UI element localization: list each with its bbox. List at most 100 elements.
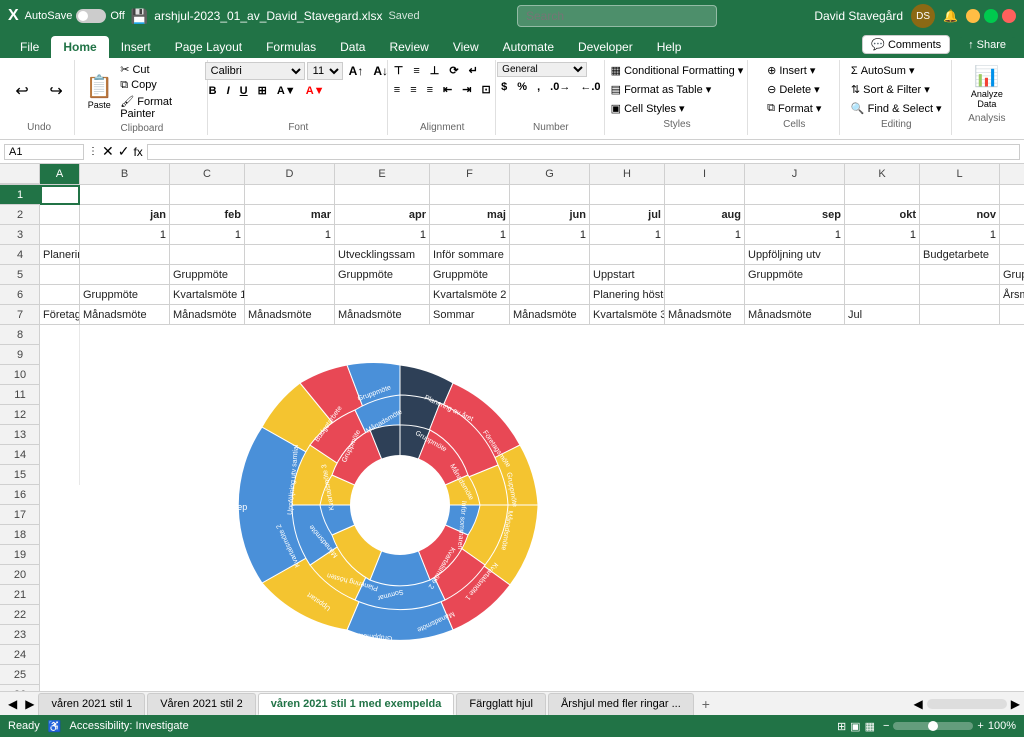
cell-i3[interactable]: 1 xyxy=(665,225,745,245)
tab-help[interactable]: Help xyxy=(645,36,694,58)
increase-decimal-button[interactable]: .0→ xyxy=(546,79,574,95)
cell-e1[interactable] xyxy=(335,185,430,205)
increase-indent-button[interactable]: ⇥ xyxy=(458,81,475,98)
cell-j3[interactable]: 1 xyxy=(745,225,845,245)
cell-c6[interactable]: Kvartalsmöte 1 xyxy=(170,285,245,305)
cell-j1[interactable] xyxy=(745,185,845,205)
font-size-select[interactable]: 11 xyxy=(307,62,343,80)
sum-button[interactable]: Σ AutoSum ▾ xyxy=(845,62,948,79)
cell-a4[interactable]: Planering av åre xyxy=(40,245,80,265)
cell-b5[interactable] xyxy=(80,265,170,285)
align-middle-button[interactable]: ≡ xyxy=(409,62,423,79)
row-header-26[interactable]: 26 xyxy=(0,685,40,691)
confirm-icon[interactable]: ✓ xyxy=(118,143,130,160)
cell-a6[interactable] xyxy=(40,285,80,305)
cell-m6[interactable]: Årsmöte xyxy=(1000,285,1024,305)
cell-c3[interactable]: 1 xyxy=(170,225,245,245)
cell-f5[interactable]: Gruppmöte xyxy=(430,265,510,285)
tab-formulas[interactable]: Formulas xyxy=(254,36,328,58)
cell-j7[interactable]: Månadsmöte xyxy=(745,305,845,325)
cell-f7[interactable]: Sommar xyxy=(430,305,510,325)
share-button[interactable]: ↑ Share xyxy=(958,37,1016,53)
cell-g7[interactable]: Månadsmöte xyxy=(510,305,590,325)
format-cells-button[interactable]: ⧉ Format ▾ xyxy=(761,100,827,117)
cell-f3[interactable]: 1 xyxy=(430,225,510,245)
cancel-icon[interactable]: ✕ xyxy=(102,143,114,160)
col-header-e[interactable]: E xyxy=(335,164,430,184)
tab-varen-2021-stil-2[interactable]: Våren 2021 stil 2 xyxy=(147,693,256,715)
cell-f1[interactable] xyxy=(430,185,510,205)
row-header-4[interactable]: 4 xyxy=(0,245,40,265)
number-format-select[interactable]: General xyxy=(497,62,587,77)
cell-l1[interactable] xyxy=(920,185,1000,205)
cell-i4[interactable] xyxy=(665,245,745,265)
formula-expand-icon[interactable]: ⋮ xyxy=(88,146,98,157)
sort-filter-button[interactable]: ⇅ Sort & Filter ▾ xyxy=(845,81,948,98)
row-header-15[interactable]: 15 xyxy=(0,465,40,485)
save-icon[interactable]: 💾 xyxy=(131,8,148,25)
cell-j6[interactable] xyxy=(745,285,845,305)
undo-button[interactable]: ↩ xyxy=(6,79,38,103)
cell-i7[interactable]: Månadsmöte xyxy=(665,305,745,325)
cell-a2[interactable] xyxy=(40,205,80,225)
italic-button[interactable]: I xyxy=(223,83,234,99)
row-header-16[interactable]: 16 xyxy=(0,485,40,505)
row-header-24[interactable]: 24 xyxy=(0,645,40,665)
currency-button[interactable]: $ xyxy=(497,79,511,95)
cell-m5[interactable]: Gruppmöte xyxy=(1000,265,1024,285)
cell-h6[interactable]: Planering höste xyxy=(590,285,665,305)
tab-home[interactable]: Home xyxy=(51,36,108,58)
zoom-out-button[interactable]: − xyxy=(883,720,889,732)
cell-i1[interactable] xyxy=(665,185,745,205)
cell-k2[interactable]: okt xyxy=(845,205,920,225)
row-header-23[interactable]: 23 xyxy=(0,625,40,645)
cell-g1[interactable] xyxy=(510,185,590,205)
cell-c4[interactable] xyxy=(170,245,245,265)
cell-h7[interactable]: Kvartalsmöte 3 xyxy=(590,305,665,325)
row-header-9[interactable]: 9 xyxy=(0,345,40,365)
cut-button[interactable]: ✂ Cut xyxy=(117,62,200,77)
row-header-11[interactable]: 11 xyxy=(0,385,40,405)
cell-m2[interactable]: dec xyxy=(1000,205,1024,225)
delete-cells-button[interactable]: ⊖ Delete ▾ xyxy=(761,81,827,98)
row-header-7[interactable]: 7 xyxy=(0,305,40,325)
cell-l4[interactable]: Budgetarbete xyxy=(920,245,1000,265)
row-header-22[interactable]: 22 xyxy=(0,605,40,625)
page-break-view-icon[interactable]: ▦ xyxy=(865,720,875,733)
zoom-in-button[interactable]: + xyxy=(977,720,983,732)
merge-center-button[interactable]: ⊡ xyxy=(477,81,494,98)
cell-f6[interactable]: Kvartalsmöte 2 xyxy=(430,285,510,305)
col-header-m[interactable]: M xyxy=(1000,164,1024,184)
cell-c7[interactable]: Månadsmöte xyxy=(170,305,245,325)
cell-l6[interactable] xyxy=(920,285,1000,305)
cell-f4[interactable]: Inför sommare xyxy=(430,245,510,265)
cell-c1[interactable] xyxy=(170,185,245,205)
row-header-25[interactable]: 25 xyxy=(0,665,40,685)
cell-g5[interactable] xyxy=(510,265,590,285)
bold-button[interactable]: B xyxy=(205,83,221,99)
cell-h4[interactable] xyxy=(590,245,665,265)
name-box[interactable] xyxy=(4,144,84,160)
paste-button[interactable]: 📋 Paste xyxy=(83,72,115,112)
cell-h2[interactable]: jul xyxy=(590,205,665,225)
col-header-l[interactable]: L xyxy=(920,164,1000,184)
col-header-i[interactable]: I xyxy=(665,164,745,184)
zoom-slider[interactable] xyxy=(893,722,973,730)
cell-l2[interactable]: nov xyxy=(920,205,1000,225)
border-button[interactable]: ⊞ xyxy=(254,82,271,99)
cell-g4[interactable] xyxy=(510,245,590,265)
tab-automate[interactable]: Automate xyxy=(491,36,566,58)
insert-cells-button[interactable]: ⊕ Insert ▾ xyxy=(761,62,827,79)
cell-i2[interactable]: aug xyxy=(665,205,745,225)
cell-m7[interactable] xyxy=(1000,305,1024,325)
format-painter-button[interactable]: 🖌 Format Painter xyxy=(117,94,200,121)
row-header-12[interactable]: 12 xyxy=(0,405,40,425)
col-header-b[interactable]: B xyxy=(80,164,170,184)
row-header-17[interactable]: 17 xyxy=(0,505,40,525)
cell-d3[interactable]: 1 xyxy=(245,225,335,245)
row-header-14[interactable]: 14 xyxy=(0,445,40,465)
close-button[interactable] xyxy=(1002,9,1016,23)
cell-b4[interactable] xyxy=(80,245,170,265)
cell-l3[interactable]: 1 xyxy=(920,225,1000,245)
comma-button[interactable]: , xyxy=(533,79,544,95)
